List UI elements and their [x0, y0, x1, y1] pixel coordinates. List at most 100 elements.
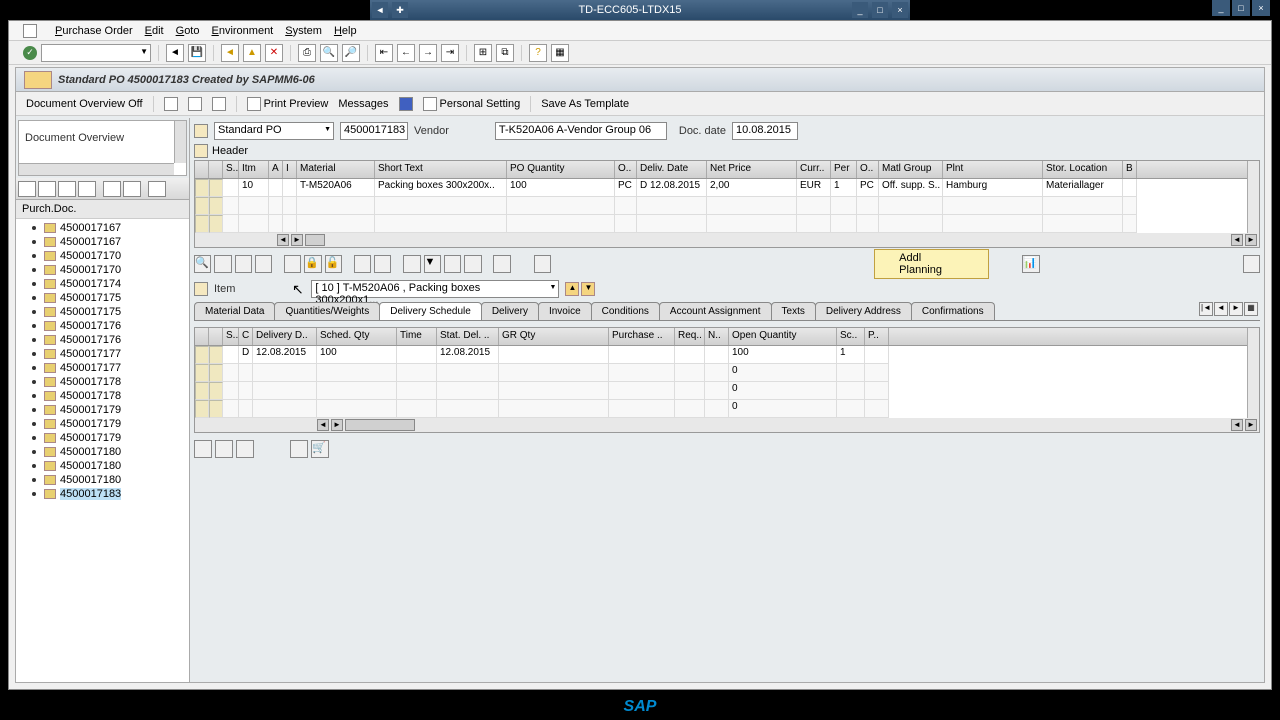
scroll-left-icon[interactable]: ◄ — [277, 234, 289, 246]
save-template-button[interactable]: Save As Template — [541, 98, 629, 110]
po-icon[interactable] — [24, 71, 52, 89]
menu-help[interactable]: Help — [334, 25, 357, 37]
print-icon[interactable]: ⎙ — [298, 44, 316, 62]
last-page-icon[interactable]: ⇥ — [441, 44, 459, 62]
item-select-dropdown[interactable]: [ 10 ] T-M520A06 , Packing boxes 300x200… — [311, 280, 559, 298]
layout-icon[interactable]: ▦ — [551, 44, 569, 62]
doc-item[interactable]: 4500017176 — [16, 333, 189, 347]
find-icon[interactable]: 🔍 — [320, 44, 338, 62]
print-preview-button[interactable]: Print Preview — [247, 97, 329, 111]
it-icon-12[interactable] — [444, 255, 461, 273]
doc-item[interactable]: 4500017179 — [16, 403, 189, 417]
schedule-grid[interactable]: S..CDelivery D..Sched. QtyTimeStat. Del.… — [194, 327, 1260, 433]
doc-item[interactable]: 4500017180 — [16, 473, 189, 487]
it-icon-8[interactable] — [354, 255, 371, 273]
cancel-icon[interactable]: ✕ — [265, 44, 283, 62]
it-filter-icon[interactable]: ▼ — [424, 255, 441, 273]
change-icon[interactable] — [188, 97, 202, 111]
doc-item[interactable]: 4500017179 — [16, 431, 189, 445]
tab-add-icon[interactable]: ✚ — [392, 2, 408, 18]
info-icon[interactable] — [399, 97, 413, 111]
doc-item[interactable]: 4500017183 — [16, 487, 189, 501]
scroll-right2-icon[interactable]: ► — [1245, 234, 1257, 246]
scroll-right-icon[interactable]: ► — [291, 234, 303, 246]
personal-setting-button[interactable]: Personal Setting — [423, 97, 521, 111]
it-icon-4[interactable] — [255, 255, 272, 273]
doc-item[interactable]: 4500017167 — [16, 221, 189, 235]
doc-item[interactable]: 4500017178 — [16, 375, 189, 389]
menu-purchase-order[interactable]: Purchase Order — [55, 25, 133, 37]
tab-conditions[interactable]: Conditions — [591, 302, 660, 320]
doc-item[interactable]: 4500017175 — [16, 305, 189, 319]
sched-hscroll[interactable]: ◄► ◄► — [195, 418, 1259, 432]
tab-delivery[interactable]: Delivery — [481, 302, 539, 320]
tab-nav-first-icon[interactable]: |◄ — [1199, 302, 1213, 316]
dt-icon-2[interactable] — [215, 440, 233, 458]
it-chart-icon[interactable]: 📊 — [1022, 255, 1039, 273]
doc-list[interactable]: 4500017167450001716745000171704500017170… — [16, 219, 189, 682]
app-icon[interactable] — [23, 24, 37, 38]
back2-icon[interactable]: ◄ — [221, 44, 239, 62]
doc-date-input[interactable]: 10.08.2015 — [732, 122, 798, 140]
find-next-icon[interactable]: 🔎 — [342, 44, 360, 62]
shortcut-icon[interactable]: ⧉ — [496, 44, 514, 62]
it-icon-14[interactable] — [493, 255, 510, 273]
sidebar-title-vscroll[interactable] — [174, 121, 186, 163]
back-icon[interactable]: ◄ — [166, 44, 184, 62]
it-icon-10[interactable] — [403, 255, 420, 273]
sscroll-right2-icon[interactable]: ► — [1245, 419, 1257, 431]
tab-delivery-schedule[interactable]: Delivery Schedule — [379, 302, 482, 320]
menu-environment[interactable]: Environment — [211, 25, 273, 37]
it-details-icon[interactable]: 🔍 — [194, 255, 211, 273]
enter-icon[interactable]: ✓ — [23, 46, 37, 60]
create-icon[interactable] — [164, 97, 178, 111]
item-overview-grid[interactable]: S..ItmAIMaterialShort TextPO QuantityO..… — [194, 160, 1260, 248]
doc-item[interactable]: 4500017180 — [16, 445, 189, 459]
st-icon-7[interactable] — [148, 181, 166, 197]
help-icon[interactable]: ? — [529, 44, 547, 62]
scroll-left2-icon[interactable]: ◄ — [1231, 234, 1243, 246]
st-icon-6[interactable] — [123, 181, 141, 197]
po-type-icon[interactable] — [194, 124, 208, 138]
dt-icon-4[interactable] — [290, 440, 308, 458]
item-detail-fold-icon[interactable] — [194, 282, 208, 296]
it-icon-17[interactable] — [1243, 255, 1260, 273]
it-unlock-icon[interactable]: 🔓 — [325, 255, 342, 273]
win-close-icon[interactable]: × — [1252, 0, 1270, 16]
save-icon[interactable]: 💾 — [188, 44, 206, 62]
tab-texts[interactable]: Texts — [771, 302, 816, 320]
doc-item[interactable]: 4500017170 — [16, 263, 189, 277]
dt-cart-icon[interactable]: 🛒 — [311, 440, 329, 458]
st-icon-5[interactable] — [103, 181, 121, 197]
tab-quantities-weights[interactable]: Quantities/Weights — [274, 302, 380, 320]
win-min-icon[interactable]: _ — [1212, 0, 1230, 16]
prev-page-icon[interactable]: ← — [397, 44, 415, 62]
it-icon-5[interactable] — [284, 255, 301, 273]
tab-nav-prev-icon[interactable]: ◄ — [1214, 302, 1228, 316]
sscroll-right-icon[interactable]: ► — [331, 419, 343, 431]
doc-item[interactable]: 4500017175 — [16, 291, 189, 305]
tab-max-icon[interactable]: □ — [872, 2, 888, 18]
dt-icon-1[interactable] — [194, 440, 212, 458]
doc-item[interactable]: 4500017177 — [16, 347, 189, 361]
command-field[interactable] — [41, 44, 151, 62]
st-icon-1[interactable] — [18, 181, 36, 197]
it-lock-icon[interactable]: 🔒 — [304, 255, 321, 273]
menu-edit[interactable]: Edit — [145, 25, 164, 37]
header-fold-icon[interactable] — [194, 144, 208, 158]
doc-item[interactable]: 4500017180 — [16, 459, 189, 473]
first-page-icon[interactable]: ⇤ — [375, 44, 393, 62]
tab-confirmations[interactable]: Confirmations — [911, 302, 995, 320]
new-session-icon[interactable]: ⊞ — [474, 44, 492, 62]
tab-close-icon[interactable]: × — [892, 2, 908, 18]
po-type-dropdown[interactable]: Standard PO — [214, 122, 334, 140]
display-icon[interactable] — [212, 97, 226, 111]
tab-nav-list-icon[interactable]: ▦ — [1244, 302, 1258, 316]
tab-delivery-address[interactable]: Delivery Address — [815, 302, 912, 320]
sched-vscroll[interactable] — [1247, 328, 1259, 418]
messages-button[interactable]: Messages — [338, 98, 388, 110]
st-icon-4[interactable] — [78, 181, 96, 197]
item-grid-hscroll[interactable]: ◄► ◄► — [195, 233, 1259, 247]
tab-invoice[interactable]: Invoice — [538, 302, 592, 320]
addl-planning-button[interactable]: Addl Planning — [874, 249, 989, 279]
